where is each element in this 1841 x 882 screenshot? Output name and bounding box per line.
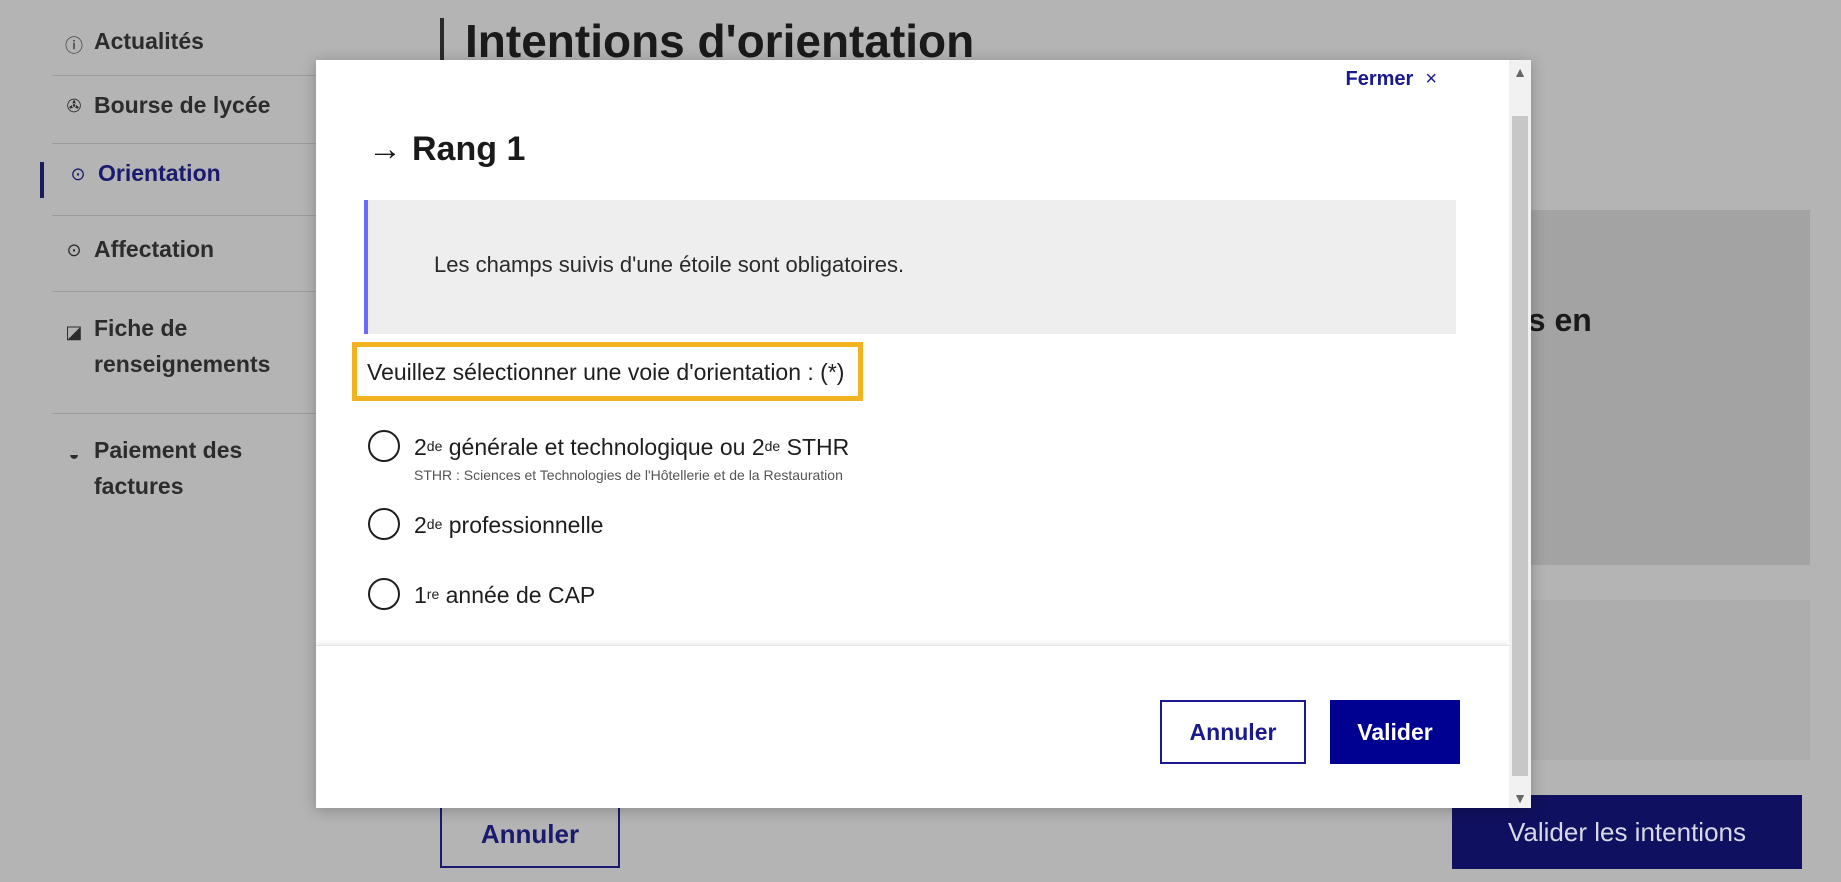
edit-icon: ◪ xyxy=(65,322,83,342)
modal-dialog: Fermer × → Rang 1 Les champs suivis d'un… xyxy=(316,60,1531,808)
option-label: 2de générale et technologique ou 2de STH… xyxy=(414,434,850,460)
background-card-secondary xyxy=(1510,600,1810,760)
sidebar-item-label: Orientation xyxy=(98,160,221,186)
radio-button[interactable] xyxy=(368,508,400,540)
info-icon: ⓘ xyxy=(65,36,83,56)
sidebar-item-label: Actualités xyxy=(94,28,204,54)
radio-button[interactable] xyxy=(368,578,400,610)
notice-text: Les champs suivis d'une étoile sont obli… xyxy=(434,252,905,277)
option-cap[interactable]: 1re année de CAP xyxy=(368,578,595,611)
arrow-right-icon: → xyxy=(368,130,402,168)
sidebar-item-paiement[interactable]: ◒ Paiement des factures xyxy=(52,432,342,528)
compass-icon: ⊙ xyxy=(70,164,86,184)
sidebar-item-affectation[interactable]: ⊙ Affectation xyxy=(52,236,342,292)
title-accent-bar xyxy=(440,18,444,64)
scroll-thumb[interactable] xyxy=(1512,116,1528,776)
radio-button[interactable] xyxy=(368,430,400,462)
sidebar-item-fiche[interactable]: ◪ Fiche de renseignements xyxy=(52,310,342,414)
submit-button[interactable]: Valider xyxy=(1330,700,1460,764)
sidebar-item-label: Bourse de lycée xyxy=(94,92,271,118)
option-2de-gt[interactable]: 2de générale et technologique ou 2de STH… xyxy=(368,430,849,483)
orientation-legend: Veuillez sélectionner une voie d'orienta… xyxy=(352,342,864,401)
option-2de-pro[interactable]: 2de professionnelle xyxy=(368,508,603,541)
modal-body: Fermer × → Rang 1 Les champs suivis d'un… xyxy=(316,60,1509,645)
sidebar-item-label: Paiement des factures xyxy=(94,437,243,499)
close-label: Fermer xyxy=(1345,68,1414,90)
modal-title: → Rang 1 xyxy=(368,130,525,169)
scroll-down-icon[interactable]: ▼ xyxy=(1511,790,1529,806)
sidebar-item-label: Affectation xyxy=(94,236,215,262)
required-fields-notice: Les champs suivis d'une étoile sont obli… xyxy=(364,200,1456,334)
modal-scrollbar[interactable]: ▲ ▼ xyxy=(1509,60,1531,808)
option-label: 2de professionnelle xyxy=(414,512,604,538)
sidebar-item-label: Fiche de renseignements xyxy=(94,315,271,377)
scroll-up-icon[interactable]: ▲ xyxy=(1511,64,1529,80)
payment-icon: ◒ xyxy=(68,444,80,464)
compass-icon: ⊙ xyxy=(66,240,82,260)
modal-title-text: Rang 1 xyxy=(412,130,526,168)
background-card xyxy=(1510,210,1810,565)
sidebar-item-orientation[interactable]: ⊙ Orientation xyxy=(40,160,342,216)
option-label: 1re année de CAP xyxy=(414,582,596,608)
page-cancel-button[interactable]: Annuler xyxy=(440,800,620,868)
cancel-button[interactable]: Annuler xyxy=(1160,700,1306,764)
close-icon: × xyxy=(1425,68,1437,90)
handshake-icon: ✇ xyxy=(66,96,82,116)
option-hint: STHR : Sciences et Technologies de l'Hôt… xyxy=(414,467,843,483)
sidebar-item-bourse[interactable]: ✇ Bourse de lycée xyxy=(52,92,342,144)
close-button[interactable]: Fermer × xyxy=(1346,68,1438,91)
sidebar-item-actualites[interactable]: ⓘ Actualités xyxy=(52,28,342,76)
